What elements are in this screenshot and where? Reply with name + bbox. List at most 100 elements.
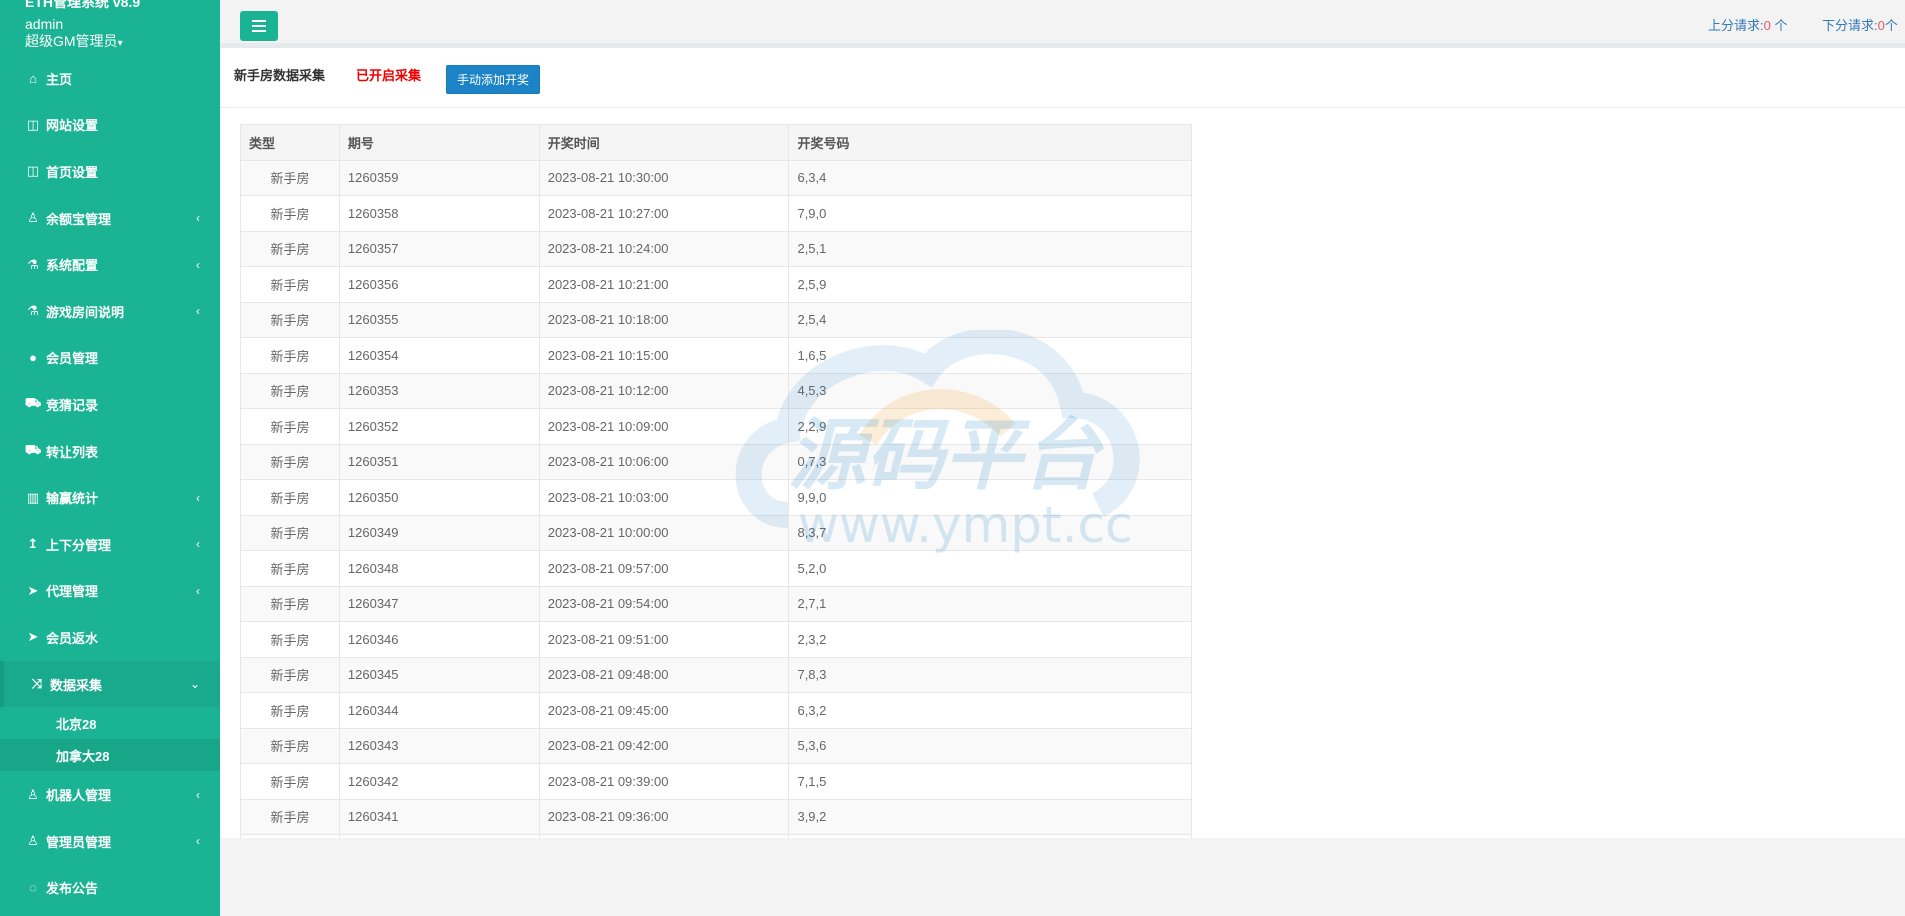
cell-draw-number: 2,5,9	[788, 266, 1192, 303]
table-scroll-area[interactable]: 类型 期号 开奖时间 开奖号码 新手房 1260359 2023-08-21 10:…	[240, 124, 1212, 838]
cell-period: 1260357	[338, 230, 540, 267]
up-request-link[interactable]: 上分请求:0 个	[1708, 15, 1787, 34]
chevron-left-icon: ‹	[196, 537, 200, 552]
sidebar: ETH管理系统 v8.9 admin 超级GM管理员▾ ⌂ 主页 ◫ 网站设置 ◫ 首页设…	[0, 0, 220, 916]
cell-draw-time: 2023-08-21 09:57:00	[538, 550, 790, 587]
cell-period: 1260343	[338, 727, 540, 764]
sidebar-subitem-1[interactable]: 加拿大28	[0, 739, 220, 772]
sidebar-item-6[interactable]: ● 会员管理	[0, 335, 220, 382]
person-icon: ♙	[27, 786, 39, 802]
sidebar-item-13[interactable]: ⤨ 数据采集 ⌄	[0, 660, 220, 708]
manual-add-draw-button[interactable]: 手动添加开奖	[446, 65, 540, 94]
sidebar-item-after-0[interactable]: ♙ 机器人管理 ‹	[0, 771, 220, 818]
sidebar-nav: ⌂ 主页 ◫ 网站设置 ◫ 首页设置 ♙ 余额宝管理 ‹ ⚗ 系统配置 ‹ ⚗ 游戏房间说明 ‹ ● 会员管理 ⛟…	[0, 55, 220, 911]
user-name: admin	[25, 16, 64, 32]
sidebar-item-1[interactable]: ◫ 网站设置	[0, 102, 220, 149]
cell-type: 新手房	[240, 763, 340, 800]
table-row: 新手房 1260351 2023-08-21 10:06:00 0,7,3	[240, 443, 1192, 480]
sidebar-item-label: 上下分管理	[46, 537, 112, 553]
cell-type: 新手房	[240, 798, 340, 835]
down-request-link[interactable]: 下分请求:0个	[1822, 15, 1898, 34]
cell-draw-number: 7,1,5	[788, 763, 1192, 800]
table-row: 新手房 1260353 2023-08-21 10:12:00 4,5,3	[240, 372, 1192, 409]
sidebar-item-0[interactable]: ⌂ 主页	[0, 55, 220, 102]
cell-draw-number: 2,5,4	[788, 301, 1192, 338]
menu-toggle-button[interactable]	[240, 11, 278, 41]
cell-type: 新手房	[240, 195, 340, 232]
chevron-left-icon: ‹	[196, 304, 200, 319]
cell-draw-number: 2,3,2	[788, 621, 1192, 658]
up-request-count: 0	[1763, 18, 1771, 33]
chart-icon: ▥	[26, 489, 40, 505]
cell-type: 新手房	[240, 443, 340, 480]
sidebar-item-12[interactable]: ➤ 会员返水	[0, 614, 220, 661]
sidebar-item-label: 网站设置	[46, 118, 99, 134]
table-row: 新手房 1260357 2023-08-21 10:24:00 2,5,1	[240, 230, 1192, 267]
sidebar-item-4[interactable]: ⚗ 系统配置 ‹	[0, 241, 220, 288]
table-row: 新手房 1260345 2023-08-21 09:48:00 7,8,3	[240, 656, 1192, 693]
cell-period: 1260340	[338, 834, 540, 838]
shuffle-icon: ⤨	[31, 676, 43, 692]
panel-header: 新手房数据采集 已开启采集 手动添加开奖	[220, 48, 1905, 108]
user-role-dropdown[interactable]: 超级GM管理员▾	[25, 32, 195, 53]
cell-period: 1260345	[338, 656, 540, 693]
cell-type: 新手房	[240, 692, 340, 729]
sidebar-brand: ETH管理系统 v8.9 admin 超级GM管理员▾	[0, 0, 220, 55]
column-header-draw-time: 开奖时间	[538, 124, 790, 161]
chevron-left-icon: ‹	[196, 490, 200, 505]
table-row: 新手房 1260355 2023-08-21 10:18:00 2,5,4	[240, 301, 1192, 338]
sidebar-item-label: 代理管理	[46, 584, 99, 600]
sidebar-item-10[interactable]: ↥ 上下分管理 ‹	[0, 521, 220, 568]
cell-draw-time: 2023-08-21 10:06:00	[538, 443, 790, 480]
chevron-left-icon: ‹	[196, 583, 200, 598]
comment-icon: ◌	[29, 880, 37, 896]
cell-draw-number: 3,9,2	[788, 798, 1192, 835]
content-panel: 新手房数据采集 已开启采集 手动添加开奖 类型 期号 开奖时间 开奖号码 新手房…	[220, 48, 1905, 838]
sidebar-item-label: 机器人管理	[46, 788, 112, 804]
cell-draw-number: 4,5,3	[788, 372, 1192, 409]
cell-draw-number: 7,9,0	[788, 195, 1192, 232]
sidebar-item-2[interactable]: ◫ 首页设置	[0, 148, 220, 195]
table-row: 新手房 1260342 2023-08-21 09:39:00 7,1,5	[240, 763, 1192, 800]
chevron-down-icon: ⌄	[189, 677, 200, 692]
cell-draw-time: 2023-08-21 10:24:00	[538, 230, 790, 267]
cell-period: 1260346	[338, 621, 540, 658]
app-title: ETH管理系统 v8.9	[25, 0, 141, 10]
cell-draw-time: 2023-08-21 09:33:00	[538, 834, 790, 838]
sidebar-item-7[interactable]: ⛟ 竞猜记录	[0, 381, 220, 428]
cell-draw-number: 5,3,6	[788, 727, 1192, 764]
sidebar-item-5[interactable]: ⚗ 游戏房间说明 ‹	[0, 288, 220, 335]
sidebar-subitem-0[interactable]: 北京28	[0, 707, 220, 739]
sidebar-item-11[interactable]: ➤ 代理管理 ‹	[0, 568, 220, 615]
cell-type: 新手房	[240, 656, 340, 693]
sidebar-item-8[interactable]: ⛟ 转让列表	[0, 428, 220, 475]
cell-period: 1260359	[338, 159, 540, 196]
hamburger-icon	[252, 20, 266, 32]
send-icon: ➤	[27, 629, 39, 645]
caret-down-icon: ▾	[117, 38, 123, 49]
chevron-left-icon: ‹	[196, 787, 200, 802]
table-row: 新手房 1260348 2023-08-21 09:57:00 5,2,0	[240, 550, 1192, 587]
sidebar-item-label: 转让列表	[46, 444, 99, 460]
table-row: 新手房 1260344 2023-08-21 09:45:00 6,3,2	[240, 692, 1192, 729]
cell-draw-number: 7,8,3	[788, 656, 1192, 693]
cell-period: 1260344	[338, 692, 540, 729]
sidebar-item-3[interactable]: ♙ 余额宝管理 ‹	[0, 195, 220, 242]
cell-draw-time: 2023-08-21 10:12:00	[538, 372, 790, 409]
sidebar-item-9[interactable]: ▥ 输赢统计 ‹	[0, 474, 220, 521]
chevron-left-icon: ‹	[196, 257, 200, 272]
cell-type: 新手房	[240, 301, 340, 338]
cell-type: 新手房	[240, 834, 340, 838]
flask-icon: ⚗	[27, 256, 39, 272]
sidebar-item-after-1[interactable]: ♙ 管理员管理 ‹	[0, 818, 220, 865]
cell-period: 1260349	[338, 514, 540, 551]
flask-icon: ⚗	[27, 303, 39, 319]
table-body: 新手房 1260359 2023-08-21 10:30:00 6,3,4 新手房 126…	[240, 159, 1192, 838]
table-row: 新手房12603402023-08-21 09:33:00	[240, 834, 1192, 838]
cell-draw-time: 2023-08-21 09:42:00	[538, 727, 790, 764]
cell-period: 1260356	[338, 266, 540, 303]
cell-period: 1260354	[338, 337, 540, 374]
cell-draw-time: 2023-08-21 10:21:00	[538, 266, 790, 303]
sidebar-item-after-2[interactable]: ◌ 发布公告	[0, 865, 220, 912]
cell-draw-time: 2023-08-21 09:36:00	[538, 798, 790, 835]
